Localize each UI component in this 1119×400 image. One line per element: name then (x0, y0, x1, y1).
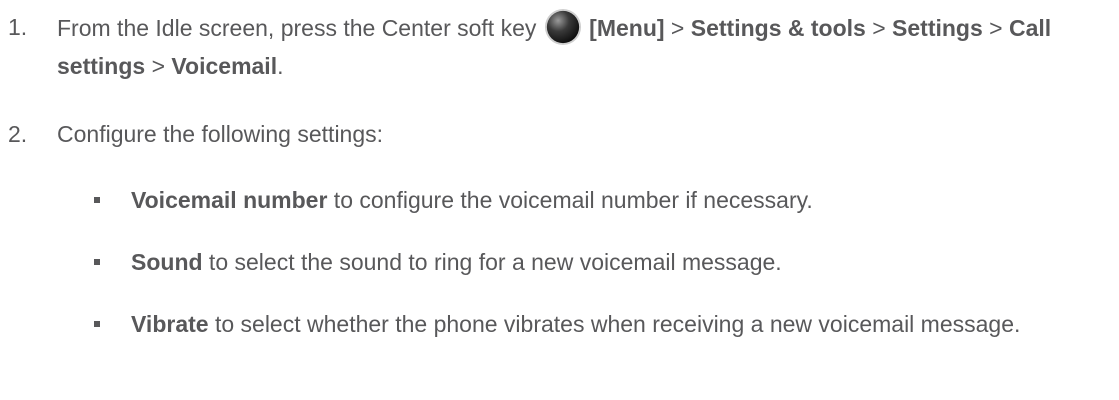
period: . (277, 53, 284, 79)
menu-label: [Menu] (589, 15, 665, 41)
separator: > (865, 15, 893, 41)
setting-description: to configure the voicemail number if nec… (327, 187, 813, 213)
bullet-square-icon (94, 197, 100, 203)
bullet-square-icon (94, 259, 100, 265)
path-settings-tools: Settings & tools (690, 15, 866, 41)
path-settings: Settings (892, 15, 983, 41)
separator: > (145, 53, 172, 79)
path-voicemail: Voicemail (171, 53, 278, 79)
bullet-square-icon (94, 321, 100, 327)
center-soft-key-icon (544, 8, 581, 46)
step-1-number: 1. (8, 14, 28, 40)
setting-description: to select the sound to ring for a new vo… (202, 249, 782, 275)
setting-term: Sound (131, 249, 203, 275)
list-item-text: Voicemail number to configure the voicem… (131, 183, 1111, 218)
list-item-text: Sound to select the sound to ring for a … (131, 245, 1111, 280)
separator: > (664, 15, 691, 41)
step-2-number: 2. (8, 121, 28, 147)
list-item-text: Vibrate to select whether the phone vibr… (131, 307, 1111, 342)
setting-description: to select whether the phone vibrates whe… (208, 311, 1021, 337)
separator: > (982, 15, 1009, 41)
setting-term: Voicemail number (131, 187, 328, 213)
step-2-text: Configure the following settings: (57, 121, 384, 147)
step-1-text: From the Idle screen, press the Center s… (57, 8, 1117, 85)
setting-term: Vibrate (131, 311, 209, 337)
step-1-intro: From the Idle screen, press the Center s… (57, 15, 543, 41)
